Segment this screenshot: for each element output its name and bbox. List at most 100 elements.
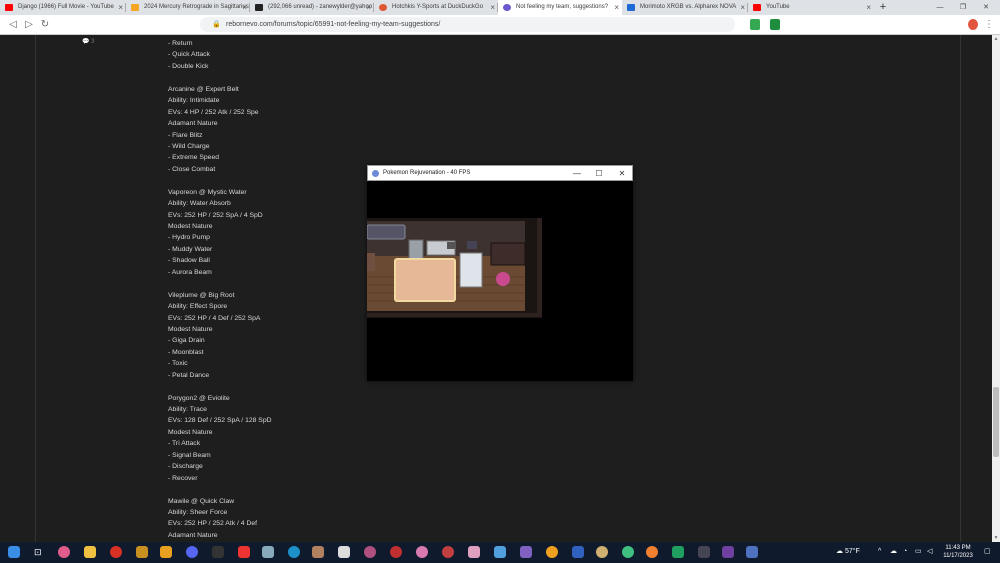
post-line: - Discharge [168,463,203,471]
close-tab-icon[interactable]: × [366,0,371,15]
game-icon[interactable] [546,546,558,558]
app-icon[interactable] [312,546,324,558]
browser-tab[interactable]: YouTube × [748,0,874,15]
close-tab-icon[interactable]: × [118,0,123,15]
game-icon[interactable] [646,546,658,558]
scroll-up-arrow-icon[interactable]: ▲ [992,35,1000,43]
music-app-icon[interactable] [58,546,70,558]
maximize-icon[interactable]: ☐ [589,166,609,182]
post-line [168,484,468,495]
unity-icon[interactable] [338,546,350,558]
scroll-down-arrow-icon[interactable]: ▼ [992,534,1000,542]
notification-icon[interactable]: ▢ [984,547,991,557]
weather-temp: 57°F [844,548,860,555]
minimize-icon[interactable]: — [567,166,587,182]
sonic-icon[interactable] [572,546,584,558]
warcraft-icon[interactable] [136,546,148,558]
new-tab-button[interactable]: + [878,0,888,15]
game-icon[interactable] [494,546,506,558]
discord-icon[interactable] [186,546,198,558]
close-tab-icon[interactable]: × [614,0,619,15]
app-icon[interactable] [238,546,250,558]
close-tab-icon[interactable]: × [242,0,247,15]
youtube-favicon-icon [5,4,13,11]
extension-badge-icon[interactable] [770,19,780,30]
void [367,321,633,381]
close-tab-icon[interactable]: × [866,0,871,15]
post-line: Mawile @ Quick Claw [168,497,235,505]
forward-arrow-icon[interactable]: ▷ [22,18,36,32]
post-line: Modest Nature [168,428,213,436]
game-scene[interactable] [367,181,633,381]
app-icon[interactable] [364,546,376,558]
printer-icon[interactable]: ▭ [915,547,922,557]
notepad-icon[interactable] [262,546,274,558]
address-bar[interactable]: 🔒 rebornevo.com/forums/topic/65991-not-f… [200,17,735,32]
menu-dots-icon[interactable]: ⋮ [982,18,996,32]
edge-icon[interactable] [288,546,300,558]
post-line: - Signal Beam [168,451,211,459]
network-icon[interactable]: ◔ [903,547,907,557]
game-icon[interactable] [596,546,608,558]
comment-icon: 💬 [82,39,90,45]
browser-tab[interactable]: Morimoto XRGB vs. Alpharex NOVA × [622,0,748,15]
game-icon[interactable] [416,546,428,558]
reborn-favicon-icon [503,4,511,11]
back-arrow-icon[interactable]: ◁ [6,18,20,32]
game-icon[interactable] [468,546,480,558]
reload-icon[interactable]: ↻ [38,18,52,32]
restore-icon[interactable]: ❐ [955,0,971,15]
lock-icon[interactable]: 🔒 [212,17,221,32]
post-line [168,72,468,83]
tab-title: 2024 Mercury Retrograde in Sagittarius [144,4,249,10]
browser-tab[interactable]: Django (1966) Full Movie - YouTube × [0,0,126,15]
app-icon[interactable] [160,546,172,558]
tab-title: Not feeling my team, suggestions? [516,4,609,10]
app-icon[interactable] [672,546,684,558]
pokeball-icon[interactable] [390,546,402,558]
tab-title: Django (1966) Full Movie - YouTube [18,4,114,10]
scroll-thumb[interactable] [993,387,999,457]
shelf [490,242,526,266]
page-scrollbar[interactable]: ▲ ▼ [992,35,1000,542]
reply-count: 💬 3 [82,39,95,45]
browser-tab[interactable]: 2024 Mercury Retrograde in Sagittarius × [126,0,250,15]
file-explorer-icon[interactable] [84,546,96,558]
game-icon[interactable] [520,546,532,558]
close-window-icon[interactable]: ✕ [978,0,994,15]
volume-icon[interactable]: ◁ [927,547,932,557]
url-text: rebornevo.com/forums/topic/65991-not-fee… [226,21,441,28]
post-line: EVs: 128 Def / 252 SpA / 128 SpD [168,417,272,425]
close-tab-icon[interactable]: × [740,0,745,15]
system-clock[interactable]: 11:43 PM 11/17/2023 [938,544,978,560]
browser-toolbar: ◁ ▷ ↻ ▯ 🔒 rebornevo.com/forums/topic/659… [0,15,1000,35]
post-line: Ability: Sheer Force [168,508,228,516]
browser-tab[interactable]: Hotchkis Y-Sports at DuckDuckGo × [374,0,498,15]
profile-avatar[interactable] [968,19,978,30]
game-icon[interactable] [442,546,454,558]
browser-tab[interactable]: (292,066 unread) - zanewylder@yahoo × [250,0,374,15]
minimize-icon[interactable]: — [932,0,948,15]
game-icon[interactable] [622,546,634,558]
task-view-icon[interactable]: ⊡ [34,547,44,557]
duckduckgo-favicon-icon [379,4,387,11]
app-icon[interactable] [698,546,710,558]
game-window-titlebar[interactable]: Pokemon Rejuvenation - 40 FPS — ☐ ✕ [367,165,633,181]
close-tab-icon[interactable]: × [490,0,495,15]
twitch-icon[interactable] [722,546,734,558]
opera-icon[interactable] [110,546,122,558]
close-icon[interactable]: ✕ [612,166,632,182]
app-icon[interactable] [212,546,224,558]
extension-icon[interactable] [750,19,760,30]
start-icon[interactable] [8,546,20,558]
chevron-up-icon[interactable]: ^ [878,547,881,557]
weather-widget[interactable]: ☁ 57°F [836,546,860,558]
browser-tab-active[interactable]: Not feeling my team, suggestions? × [498,0,622,15]
cloud-sync-icon[interactable]: ☁ [890,547,897,557]
post-line: Porygon2 @ Eviolite [168,394,230,402]
tab-title: Morimoto XRGB vs. Alpharex NOVA [640,4,737,10]
active-game-icon[interactable] [746,546,758,558]
clock-date: 11/17/2023 [943,553,973,559]
post-line: EVs: 252 HP / 252 Atk / 4 Def [168,520,258,528]
game-window[interactable]: Pokemon Rejuvenation - 40 FPS — ☐ ✕ [367,165,633,381]
